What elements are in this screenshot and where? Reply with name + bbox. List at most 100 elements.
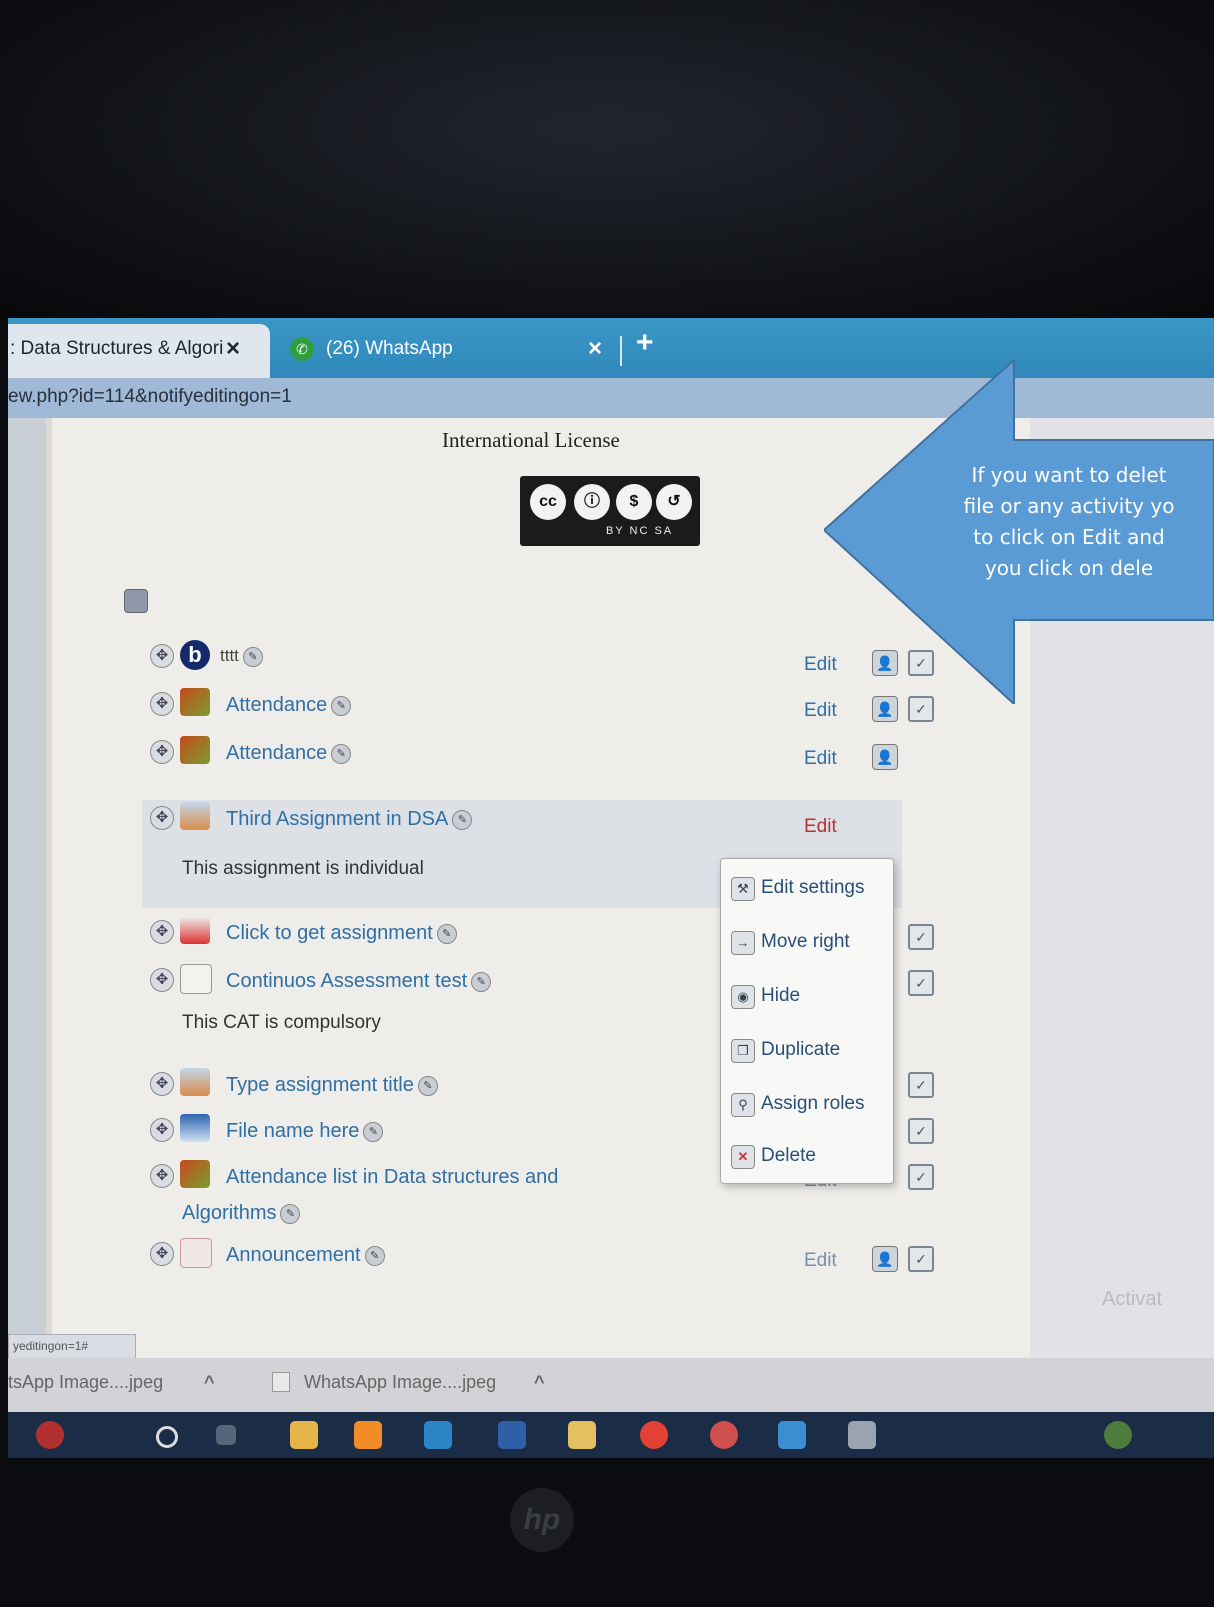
role-icon[interactable]: 👤: [872, 744, 898, 770]
move-icon[interactable]: ✥: [150, 968, 174, 992]
role-icon[interactable]: 👤: [872, 1246, 898, 1272]
menu-item-label: Duplicate: [761, 1039, 841, 1060]
activity-link[interactable]: Attendance ✎: [226, 742, 352, 765]
pencil-icon[interactable]: ✎: [364, 1245, 385, 1266]
completion-check-icon[interactable]: ✓: [908, 1072, 934, 1098]
left-drawer: [8, 418, 46, 1358]
downloads-bar: tsApp Image....jpeg ^ WhatsApp Image....…: [8, 1358, 1214, 1412]
callout-line: you click on dele: [984, 556, 1154, 580]
activity-row[interactable]: ✥ Attendance ✎ Edit 👤: [142, 736, 952, 770]
menu-item-duplicate[interactable]: ❐ Duplicate: [727, 1031, 897, 1071]
by-icon: ⓘ: [574, 484, 610, 520]
move-icon[interactable]: ✥: [150, 692, 174, 716]
download-item[interactable]: WhatsApp Image....jpeg: [304, 1372, 496, 1393]
activity-title[interactable]: Attendance list in Data structures and: [226, 1166, 558, 1189]
activity-link[interactable]: Announcement ✎: [226, 1244, 385, 1267]
edit-dropdown[interactable]: Edit: [804, 748, 837, 770]
mail-icon[interactable]: [424, 1421, 452, 1449]
completion-check-icon[interactable]: ✓: [908, 1164, 934, 1190]
edit-dropdown[interactable]: Edit: [804, 816, 837, 838]
menu-item-hide[interactable]: ◉ Hide: [727, 977, 897, 1017]
cc-license-badge[interactable]: cc ⓘ $ ↺ BY NC SA: [520, 476, 700, 546]
menu-item-delete[interactable]: ✕ Delete: [727, 1137, 897, 1177]
activity-link[interactable]: File name here ✎: [226, 1120, 384, 1143]
menu-item-assign-roles[interactable]: ⚲ Assign roles: [727, 1085, 897, 1125]
file-icon: [272, 1372, 290, 1392]
taskbar: [8, 1412, 1214, 1458]
activity-link[interactable]: tttt ✎: [220, 646, 263, 667]
new-tab-button[interactable]: +: [636, 326, 654, 360]
edit-menu: ⚒ Edit settings → Move right ◉ Hide ❐ Du…: [720, 858, 894, 1184]
completion-check-icon[interactable]: ✓: [908, 924, 934, 950]
pencil-icon[interactable]: ✎: [436, 923, 457, 944]
move-icon[interactable]: ✥: [150, 740, 174, 764]
tab-data-structures[interactable]: : Data Structures & Algori ×: [8, 324, 270, 378]
pencil-icon[interactable]: ✎: [471, 971, 492, 992]
callout-line: to click on Edit and: [973, 525, 1165, 549]
pencil-icon[interactable]: ✎: [417, 1075, 438, 1096]
callout-line: If you want to delet: [971, 463, 1167, 487]
assignment-icon: [180, 1068, 210, 1096]
completion-check-icon[interactable]: ✓: [908, 970, 934, 996]
completion-check-icon[interactable]: ✓: [908, 1118, 934, 1144]
start-icon[interactable]: [36, 1421, 64, 1449]
move-icon[interactable]: ✥: [150, 644, 174, 668]
activity-link[interactable]: Continuos Assessment test ✎: [226, 970, 492, 993]
chrome-icon[interactable]: [640, 1421, 668, 1449]
download-item[interactable]: tsApp Image....jpeg: [8, 1372, 163, 1393]
pencil-icon[interactable]: ✎: [363, 1121, 384, 1142]
completion-check-icon[interactable]: ✓: [908, 1246, 934, 1272]
edit-dropdown[interactable]: Edit: [804, 1250, 837, 1272]
chevron-up-icon[interactable]: ^: [534, 1372, 545, 1393]
activity-link[interactable]: Third Assignment in DSA ✎: [226, 808, 473, 831]
tab-close-icon[interactable]: ×: [588, 335, 602, 363]
move-icon[interactable]: ✥: [150, 1118, 174, 1142]
move-icon[interactable]: ✥: [150, 1072, 174, 1096]
word-file-icon: [180, 1114, 210, 1142]
section-settings-icon[interactable]: [124, 589, 148, 613]
file-explorer-icon[interactable]: [568, 1421, 596, 1449]
duplicate-icon: ❐: [731, 1039, 755, 1063]
callout-text: If you want to delet file or any activit…: [924, 460, 1214, 584]
menu-item-label: Assign roles: [761, 1093, 865, 1114]
activity-row[interactable]: ✥ Announcement ✎ Edit 👤 ✓: [142, 1238, 952, 1272]
activity-link[interactable]: Algorithms ✎: [182, 1202, 301, 1225]
photos-icon[interactable]: [778, 1421, 806, 1449]
monitor-bezel-top: [0, 0, 1214, 320]
search-icon[interactable]: [156, 1426, 178, 1448]
word-icon[interactable]: [498, 1421, 526, 1449]
activity-title: Continuos Assessment test: [226, 970, 468, 992]
move-icon[interactable]: ✥: [150, 1164, 174, 1188]
pencil-icon[interactable]: ✎: [331, 743, 352, 764]
chrome-active-icon[interactable]: [710, 1421, 738, 1449]
task-view-icon[interactable]: [216, 1425, 236, 1445]
attendance-icon: [180, 736, 210, 764]
activity-row[interactable]: ✥ Third Assignment in DSA ✎ Edit: [142, 800, 952, 840]
activity-title: tttt: [220, 646, 239, 665]
activity-link[interactable]: Attendance ✎: [226, 694, 352, 717]
activity-link[interactable]: Click to get assignment ✎: [226, 922, 457, 945]
tab-whatsapp[interactable]: ✆ (26) WhatsApp ×: [270, 324, 650, 378]
help-icon[interactable]: [1104, 1421, 1132, 1449]
activate-windows-watermark: Activat: [1102, 1288, 1163, 1310]
pencil-icon[interactable]: ✎: [280, 1203, 301, 1224]
chevron-up-icon[interactable]: ^: [204, 1372, 215, 1393]
pencil-icon[interactable]: ✎: [331, 695, 352, 716]
store-icon[interactable]: [290, 1421, 318, 1449]
menu-item-edit-settings[interactable]: ⚒ Edit settings: [727, 869, 897, 909]
tab-title: (26) WhatsApp: [326, 338, 453, 359]
pencil-icon[interactable]: ✎: [452, 809, 473, 830]
move-icon[interactable]: ✥: [150, 806, 174, 830]
menu-item-label: Delete: [761, 1145, 816, 1166]
move-icon[interactable]: ✥: [150, 920, 174, 944]
menu-item-move-right[interactable]: → Move right: [727, 923, 897, 963]
app-icon[interactable]: [848, 1421, 876, 1449]
menu-item-label: Hide: [761, 985, 801, 1006]
activity-link[interactable]: Type assignment title ✎: [226, 1074, 438, 1097]
callout-line: file or any activity yo: [963, 494, 1175, 518]
tab-close-icon[interactable]: ×: [226, 335, 240, 363]
vlc-icon[interactable]: [354, 1421, 382, 1449]
bigbluebutton-icon: b: [180, 640, 210, 670]
pencil-icon[interactable]: ✎: [242, 646, 263, 667]
move-icon[interactable]: ✥: [150, 1242, 174, 1266]
